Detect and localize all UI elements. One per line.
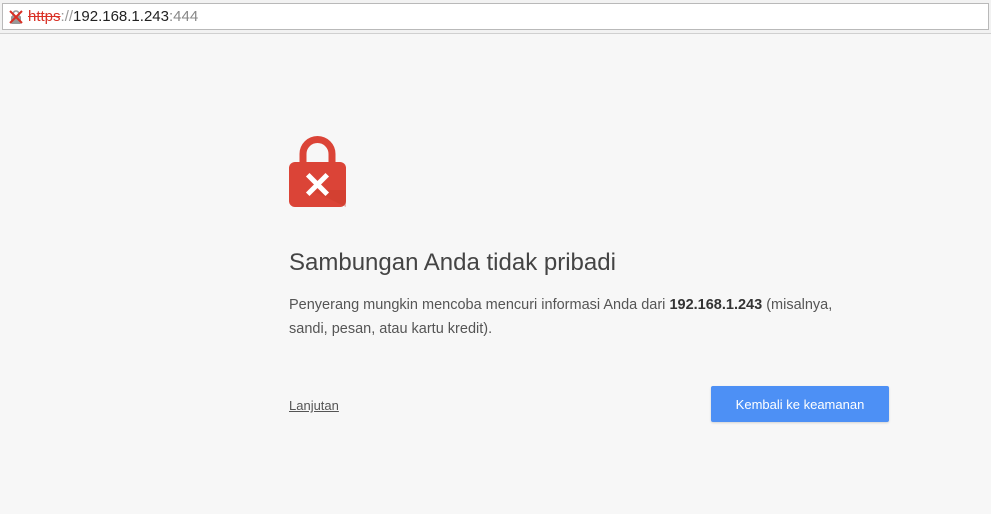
description-host: 192.168.1.243 [669, 297, 763, 313]
url-text[interactable]: https://192.168.1.243:444 [28, 8, 198, 26]
url-scheme: https [28, 8, 61, 25]
address-bar: https://192.168.1.243:444 [0, 0, 991, 34]
description-text-1: Penyerang mungkin mencoba mencuri inform… [289, 297, 670, 313]
url-port: :444 [168, 8, 199, 25]
error-description: Penyerang mungkin mencoba mencuri inform… [289, 293, 869, 341]
url-host: 192.168.1.243 [73, 8, 169, 25]
page-title: Sambungan Anda tidak pribadi [289, 249, 616, 276]
back-to-safety-button[interactable]: Kembali ke keamanan [711, 386, 889, 422]
url-omnibox[interactable]: https://192.168.1.243:444 [2, 3, 989, 30]
insecure-lock-icon[interactable] [8, 9, 24, 25]
advanced-link[interactable]: Lanjutan [289, 398, 339, 413]
url-separator: :// [60, 8, 74, 25]
red-lock-x-icon [289, 136, 346, 207]
